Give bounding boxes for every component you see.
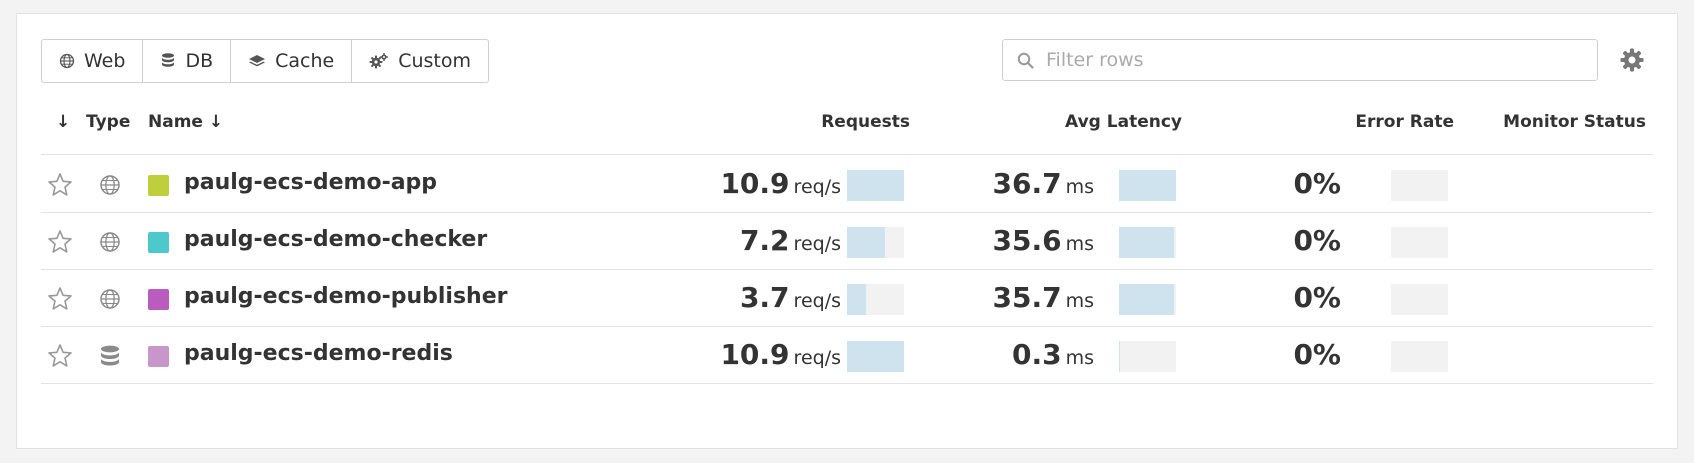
service-color-swatch — [148, 289, 169, 310]
requests-value: 3.7 req/s — [641, 281, 841, 314]
globe-icon — [59, 53, 75, 69]
filter-rows-search[interactable] — [1002, 39, 1598, 81]
star-icon[interactable] — [47, 286, 73, 312]
table-row-paulg-ecs-demo-checker[interactable]: paulg-ecs-demo-checker 7.2 req/s 35.6 ms 0… — [41, 212, 1653, 269]
column-header-monitor-status[interactable]: Monitor Status — [1460, 112, 1646, 132]
error-rate-bar — [1391, 284, 1448, 315]
latency-unit: ms — [1065, 290, 1094, 312]
latency-bar-fill — [1119, 284, 1175, 315]
database-icon — [98, 344, 122, 374]
requests-bar-fill — [847, 284, 867, 315]
latency-unit: ms — [1065, 233, 1094, 255]
error-rate-bar — [1391, 170, 1448, 201]
filter-cache-label: Cache — [275, 50, 335, 72]
filter-web-button[interactable]: Web — [42, 40, 142, 82]
error-rate-bar — [1391, 341, 1448, 372]
globe-icon — [98, 173, 122, 201]
latency-bar-fill — [1119, 341, 1120, 372]
error-rate-value: 0% — [1191, 224, 1341, 257]
service-name-link[interactable]: paulg-ecs-demo-redis — [184, 341, 453, 366]
filter-db-button[interactable]: DB — [142, 40, 230, 82]
globe-icon — [98, 287, 122, 315]
error-rate-number: 0% — [1293, 167, 1341, 200]
requests-unit: req/s — [793, 233, 841, 255]
requests-bar-fill — [847, 227, 885, 258]
error-rate-value: 0% — [1191, 338, 1341, 371]
table-row-paulg-ecs-demo-redis[interactable]: paulg-ecs-demo-redis 10.9 req/s 0.3 ms 0% — [41, 326, 1653, 383]
latency-number: 36.7 — [992, 167, 1062, 200]
latency-unit: ms — [1065, 347, 1094, 369]
service-name-link[interactable]: paulg-ecs-demo-app — [184, 170, 437, 195]
latency-number: 35.7 — [992, 281, 1062, 314]
requests-value: 10.9 req/s — [641, 338, 841, 371]
requests-unit: req/s — [793, 347, 841, 369]
latency-bar — [1119, 227, 1176, 258]
latency-bar-fill — [1119, 227, 1175, 258]
type-filter-group: Web DB Cache Custom — [41, 39, 489, 83]
error-rate-number: 0% — [1293, 338, 1341, 371]
column-header-name[interactable]: Name ↓ — [148, 112, 223, 132]
requests-bar-fill — [847, 170, 904, 201]
service-color-swatch — [148, 232, 169, 253]
requests-value: 7.2 req/s — [641, 224, 841, 257]
layers-icon — [249, 55, 266, 67]
gears-icon — [369, 53, 389, 69]
filter-rows-input[interactable] — [1044, 48, 1568, 72]
column-header-avg-latency[interactable]: Avg Latency — [1030, 112, 1182, 132]
requests-unit: req/s — [793, 176, 841, 198]
latency-value: 35.6 ms — [911, 224, 1094, 257]
latency-number: 35.6 — [992, 224, 1062, 257]
column-header-type[interactable]: Type — [86, 112, 130, 132]
star-icon[interactable] — [47, 172, 73, 198]
error-rate-number: 0% — [1293, 281, 1341, 314]
error-rate-number: 0% — [1293, 224, 1341, 257]
requests-number: 10.9 — [720, 338, 790, 371]
filter-db-label: DB — [185, 50, 214, 72]
requests-bar — [847, 170, 904, 201]
filter-custom-label: Custom — [398, 50, 471, 72]
error-rate-value: 0% — [1191, 167, 1341, 200]
latency-bar-fill — [1119, 170, 1176, 201]
service-name-link[interactable]: paulg-ecs-demo-publisher — [184, 284, 507, 309]
latency-value: 0.3 ms — [911, 338, 1094, 371]
filter-cache-button[interactable]: Cache — [230, 40, 351, 82]
requests-bar — [847, 227, 904, 258]
database-icon — [162, 53, 175, 67]
latency-bar — [1119, 284, 1176, 315]
star-icon[interactable] — [47, 229, 73, 255]
globe-icon — [98, 230, 122, 258]
star-icon[interactable] — [47, 343, 73, 369]
latency-number: 0.3 — [1011, 338, 1062, 371]
error-rate-bar — [1391, 227, 1448, 258]
requests-value: 10.9 req/s — [641, 167, 841, 200]
latency-value: 35.7 ms — [911, 281, 1094, 314]
filter-web-label: Web — [84, 50, 126, 72]
column-header-error-rate[interactable]: Error Rate — [1300, 112, 1454, 132]
filter-custom-button[interactable]: Custom — [351, 40, 488, 82]
error-rate-value: 0% — [1191, 281, 1341, 314]
table-row-paulg-ecs-demo-app[interactable]: paulg-ecs-demo-app 10.9 req/s 36.7 ms 0% — [41, 155, 1653, 212]
table-row-paulg-ecs-demo-publisher[interactable]: paulg-ecs-demo-publisher 3.7 req/s 35.7 ms… — [41, 269, 1653, 326]
requests-number: 7.2 — [739, 224, 790, 257]
search-icon — [1017, 52, 1034, 69]
sort-indicator-header[interactable]: ↓ — [56, 112, 70, 132]
service-name-link[interactable]: paulg-ecs-demo-checker — [184, 227, 487, 252]
latency-bar — [1119, 341, 1176, 372]
column-header-requests[interactable]: Requests — [760, 112, 910, 132]
service-color-swatch — [148, 346, 169, 367]
requests-number: 10.9 — [720, 167, 790, 200]
requests-bar-fill — [847, 341, 904, 372]
row-divider — [41, 383, 1653, 384]
settings-gear-icon[interactable] — [1619, 47, 1645, 73]
requests-unit: req/s — [793, 290, 841, 312]
latency-bar — [1119, 170, 1176, 201]
latency-value: 36.7 ms — [911, 167, 1094, 200]
requests-bar — [847, 284, 904, 315]
requests-number: 3.7 — [739, 281, 790, 314]
latency-unit: ms — [1065, 176, 1094, 198]
requests-bar — [847, 341, 904, 372]
service-color-swatch — [148, 175, 169, 196]
